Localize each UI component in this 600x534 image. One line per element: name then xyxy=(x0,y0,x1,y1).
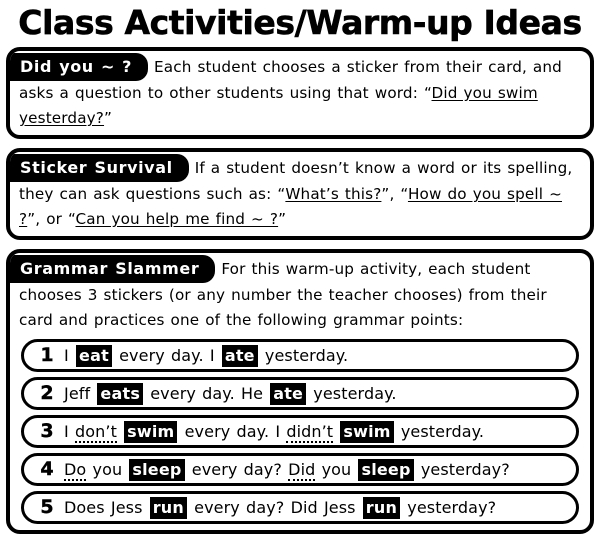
section-body: Grammar Slammer For this warm-up activity… xyxy=(10,253,590,530)
grammar-point-number: 3 xyxy=(40,420,54,442)
grammar-point-sentence: Jeff eats every day. He ate yesterday. xyxy=(64,382,397,405)
section-tab-label: Sticker Survival xyxy=(20,158,173,177)
section-text: Sticker Survival If a student doesn’t kno… xyxy=(10,154,581,232)
target-verb: eat xyxy=(76,344,112,367)
section-did-you: Did you ~ ? Each student chooses a sticke… xyxy=(6,47,594,139)
sentence-run: every day. I xyxy=(112,345,221,365)
example-phrase: What’s this? xyxy=(285,185,382,203)
target-verb: sleep xyxy=(358,458,414,481)
section-tab-grammar-slammer: Grammar Slammer xyxy=(10,255,216,283)
grammar-point-number: 2 xyxy=(40,382,54,404)
section-tab-did-you: Did you ~ ? xyxy=(10,53,149,81)
section-text: Grammar Slammer For this warm-up activity… xyxy=(10,255,581,333)
target-verb: ate xyxy=(221,344,258,367)
target-verb: swim xyxy=(124,420,178,443)
sentence-run: I xyxy=(64,421,76,441)
sentence-run: every day? Did Jess xyxy=(187,497,362,517)
example-phrase: Can you help me find ~ ? xyxy=(75,210,279,228)
sentence-run: every day. I xyxy=(178,421,287,441)
grammar-point-number: 1 xyxy=(40,344,54,366)
auxiliary-word: Did xyxy=(288,459,316,481)
target-verb: swim xyxy=(340,420,394,443)
section-body: Sticker Survival If a student doesn’t kno… xyxy=(10,152,590,236)
sentence-run: Jeff xyxy=(64,383,97,403)
target-verb: ate xyxy=(270,382,307,405)
grammar-point-sentence: I eat every day. I ate yesterday. xyxy=(64,344,349,367)
sentence-run: yesterday. xyxy=(258,345,349,365)
grammar-point-row[interactable]: 5 Does Jess run every day? Did Jess run y… xyxy=(21,491,579,524)
grammar-points-list: 1I eat every day. I ate yesterday. 2 Jeff … xyxy=(19,339,581,524)
body-run: “ xyxy=(423,84,432,102)
sentence-run: every day? xyxy=(185,459,289,479)
sentence-run: yesterday. xyxy=(394,421,485,441)
section-sticker-survival: Sticker Survival If a student doesn’t kno… xyxy=(6,148,594,240)
grammar-point-number: 4 xyxy=(40,458,54,480)
sentence-run: I xyxy=(64,345,76,365)
body-run: ” xyxy=(278,210,287,228)
body-run: ”, or “ xyxy=(27,210,76,228)
target-verb: sleep xyxy=(129,458,185,481)
sentence-run: every day. He xyxy=(144,383,270,403)
section-body: Did you ~ ? Each student chooses a sticke… xyxy=(10,51,590,135)
grammar-point-sentence: I don’t swim every day. I didn’t swim ye… xyxy=(64,420,485,443)
grammar-point-row[interactable]: 3I don’t swim every day. I didn’t swim y… xyxy=(21,415,579,448)
worksheet-page: Class Activities/Warm-up Ideas Did you ~… xyxy=(0,0,600,534)
section-grammar-slammer: Grammar Slammer For this warm-up activity… xyxy=(6,249,594,534)
target-verb: run xyxy=(149,496,187,519)
section-tab-label: Did you ~ ? xyxy=(20,57,133,76)
sentence-run: yesterday? xyxy=(414,459,510,479)
grammar-point-row[interactable]: 4 Do you sleep every day? Did you sleep y… xyxy=(21,453,579,486)
sentence-run: yesterday. xyxy=(307,383,397,403)
page-title: Class Activities/Warm-up Ideas xyxy=(18,3,582,43)
auxiliary-word: Do xyxy=(64,459,87,481)
grammar-point-row[interactable]: 1I eat every day. I ate yesterday. xyxy=(21,339,579,372)
auxiliary-word: didn’t xyxy=(286,421,334,443)
sentence-run xyxy=(117,422,123,441)
target-verb: eats xyxy=(97,382,144,405)
target-verb: run xyxy=(362,496,401,519)
sentence-run xyxy=(333,422,339,441)
grammar-point-sentence: Do you sleep every day? Did you sleep ye… xyxy=(64,458,510,481)
sentence-run: you xyxy=(315,459,358,479)
section-text: Did you ~ ? Each student chooses a sticke… xyxy=(10,53,581,131)
sentence-run: you xyxy=(86,459,129,479)
section-tab-label: Grammar Slammer xyxy=(20,259,200,278)
body-run: ” xyxy=(104,109,113,127)
grammar-point-row[interactable]: 2 Jeff eats every day. He ate yesterday. xyxy=(21,377,579,410)
body-run: ”, “ xyxy=(381,185,408,203)
section-tab-sticker-survival: Sticker Survival xyxy=(10,154,189,182)
sentence-run: yesterday? xyxy=(401,497,497,517)
sentence-run: Does Jess xyxy=(64,497,149,517)
grammar-point-number: 5 xyxy=(40,496,54,518)
auxiliary-word: don’t xyxy=(75,421,117,443)
